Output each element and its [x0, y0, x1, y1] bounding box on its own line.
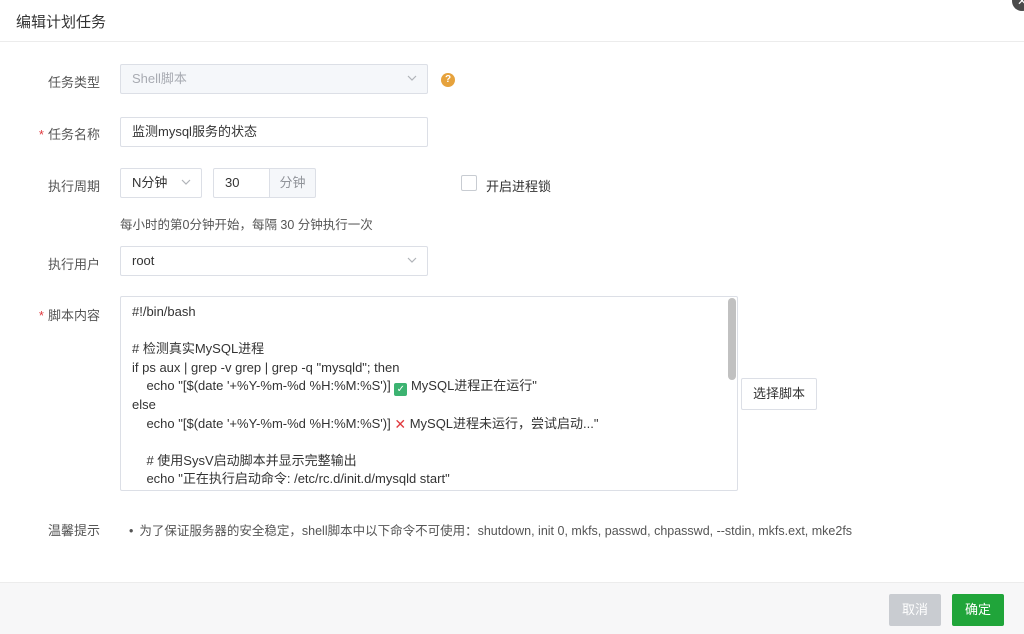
script-label-text: 脚本内容 [47, 308, 100, 323]
tip-content: 为了保证服务器的安全稳定，shell脚本中以下命令不可使用：shutdown, … [139, 524, 853, 538]
task-name-input[interactable]: 监测mysql服务的状态 [120, 117, 428, 147]
cycle-unit-value: N分钟 [132, 175, 168, 190]
cycle-number-input[interactable]: 30 [213, 168, 270, 198]
choose-script-button[interactable]: 选择脚本 [741, 378, 817, 410]
code-line: if ps aux | grep -v grep | grep -q "mysq… [132, 359, 400, 375]
code-line: echo "正在执行启动命令: /etc/rc.d/init.d/mysqld … [132, 471, 450, 487]
script-code: #!/bin/bash # 检测真实MySQL进程 if ps aux | gr… [132, 303, 728, 489]
process-lock-checkbox[interactable] [461, 175, 477, 191]
chevron-down-icon [407, 247, 417, 263]
chevron-down-icon [407, 65, 417, 81]
user-label: 执行用户 [47, 257, 100, 272]
task-type-label: 任务类型 [47, 75, 100, 90]
cycle-number-suffix: 分钟 [270, 168, 316, 198]
confirm-button[interactable]: 确定 [952, 594, 1004, 626]
code-text: echo "[$(date '+%Y-%m-%d %H:%M:%S')] [132, 415, 395, 431]
code-line: echo "[$(date '+%Y-%m-%d %H:%M:%S')] ✓ M… [132, 377, 728, 396]
dialog-footer: 取消 确定 [0, 582, 1024, 634]
code-line: #!/bin/bash [132, 304, 196, 319]
process-lock-label[interactable]: 开启进程锁 [486, 176, 551, 195]
cycle-hint: 每小时的第0分钟开始，每隔 30 分钟执行一次 [120, 218, 373, 232]
user-select[interactable]: root [120, 246, 428, 276]
code-line: echo "[$(date '+%Y-%m-%d %H:%M:%S')] ✕ M… [132, 415, 728, 434]
editor-scrollbar[interactable] [728, 298, 736, 380]
script-editor[interactable]: #!/bin/bash # 检测真实MySQL进程 if ps aux | gr… [120, 296, 738, 491]
tip-label: 温馨提示 [47, 523, 100, 538]
required-mark: * [38, 127, 44, 142]
cancel-button[interactable]: 取消 [889, 594, 941, 626]
code-text: echo "[$(date '+%Y-%m-%d %H:%M:%S')] [132, 378, 395, 394]
cycle-unit-select[interactable]: N分钟 [120, 168, 202, 198]
code-line: else [132, 396, 156, 412]
task-type-select: Shell脚本 [120, 64, 428, 94]
code-line: # 使用SysV启动脚本并显示完整输出 [132, 452, 357, 468]
user-value: root [132, 253, 155, 268]
task-name-label: * 任务名称 [0, 124, 100, 143]
cycle-label: 执行周期 [47, 179, 100, 194]
required-mark: * [38, 308, 44, 323]
code-text: MySQL进程未运行，尝试启动..." [406, 415, 599, 431]
task-name-label-text: 任务名称 [47, 127, 100, 142]
dialog-title: 编辑计划任务 [16, 14, 107, 31]
code-text: MySQL进程正在运行" [407, 378, 537, 394]
cross-mark-icon: ✕ [394, 415, 407, 432]
help-icon[interactable]: ? [441, 73, 455, 87]
dialog-header: 编辑计划任务 [0, 0, 1024, 42]
code-line: # 检测真实MySQL进程 [132, 341, 265, 357]
script-label: * 脚本内容 [0, 305, 100, 324]
check-mark-icon: ✓ [394, 383, 408, 396]
tip-text: • 为了保证服务器的安全稳定，shell脚本中以下命令不可使用：shutdown,… [129, 520, 852, 539]
task-type-value: Shell脚本 [132, 71, 187, 86]
chevron-down-icon [181, 169, 191, 185]
bullet: • [129, 524, 134, 538]
